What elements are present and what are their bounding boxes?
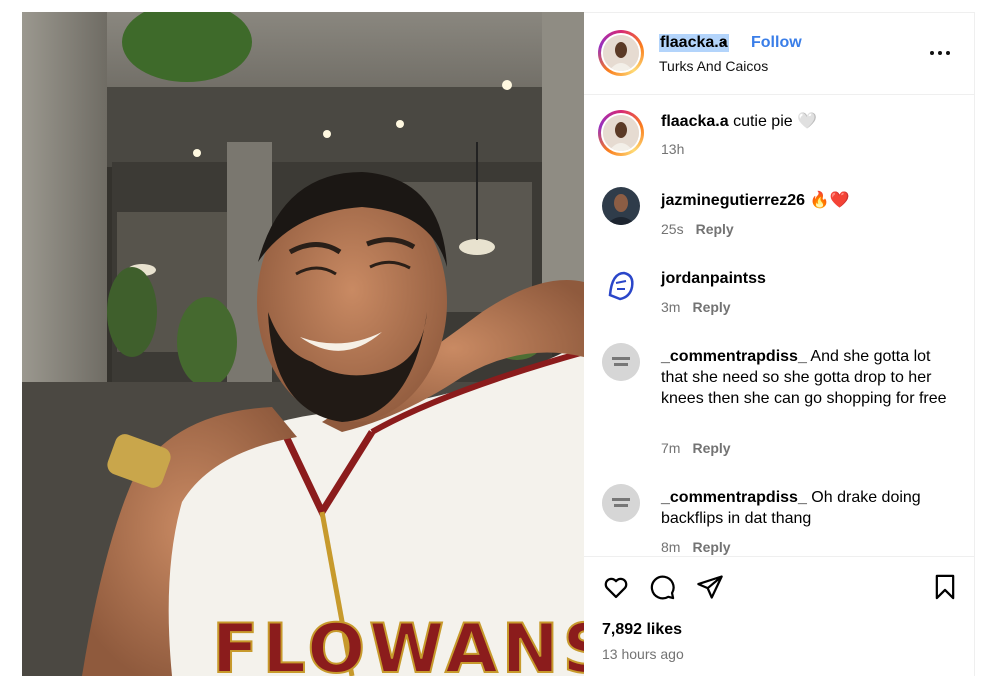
commenter-avatar[interactable] (602, 187, 640, 225)
comment-time[interactable]: 7m (661, 440, 680, 456)
reply-button[interactable]: Reply (692, 299, 730, 315)
post-header: flaacka.a • Follow Turks And Caicos (584, 13, 975, 95)
jersey-print: FLOWANS (212, 610, 584, 676)
reply-button[interactable]: Reply (692, 539, 730, 555)
separator-dot: • (722, 34, 727, 50)
commenter-avatar[interactable] (602, 343, 640, 381)
post-actions: 7,892 likes 13 hours ago (584, 556, 975, 677)
like-count[interactable]: 7,892 likes (602, 621, 682, 639)
follow-button[interactable]: Follow (751, 34, 802, 52)
commenter-avatar[interactable] (602, 484, 640, 522)
photo-illustration: FLOWANS (22, 12, 584, 676)
commenter-avatar-image (602, 265, 640, 303)
post-photo[interactable]: FLOWANS (22, 12, 584, 676)
commenter-avatar-image (602, 187, 640, 225)
comment-text: jazminegutierrez26 🔥❤️ (661, 190, 961, 211)
post-timestamp[interactable]: 13 hours ago (602, 646, 684, 662)
reply-button[interactable]: Reply (696, 221, 734, 237)
caption-avatar-image (603, 115, 639, 151)
comment-meta: 8m Reply (661, 539, 731, 555)
comment-meta: 3m Reply (661, 299, 731, 315)
author-avatar[interactable] (598, 30, 644, 76)
comment-meta: 7m Reply (661, 440, 731, 456)
comment-username[interactable]: jazminegutierrez26 (661, 192, 805, 209)
commenter-avatar-image (602, 343, 640, 381)
caption-text: flaacka.a cutie pie 🤍 (661, 111, 961, 132)
caption-avatar[interactable] (598, 110, 644, 156)
author-username[interactable]: flaacka.a (659, 34, 729, 52)
comment-bubble-icon[interactable] (648, 573, 676, 601)
comment-time[interactable]: 25s (661, 221, 684, 237)
comment-body: 🔥❤️ (809, 192, 850, 209)
commenter-avatar-image (602, 484, 640, 522)
comment-text: jordanpaintss (661, 268, 961, 289)
more-options-icon[interactable] (930, 43, 954, 63)
post-location[interactable]: Turks And Caicos (659, 58, 768, 74)
comments-list[interactable]: flaacka.a cutie pie 🤍 13h jazminegutierr… (584, 95, 975, 556)
caption-timestamp[interactable]: 13h (661, 141, 684, 157)
author-avatar-image (603, 35, 639, 71)
comment-time[interactable]: 3m (661, 299, 680, 315)
paper-plane-icon[interactable] (696, 573, 724, 601)
comment-text: _commentrapdiss_ And she gotta lot that … (661, 346, 961, 409)
comment-username[interactable]: _commentrapdiss_ (661, 489, 807, 506)
comment-text: _commentrapdiss_ Oh drake doing backflip… (661, 487, 961, 529)
heart-icon[interactable] (602, 573, 630, 601)
commenter-avatar[interactable] (602, 265, 640, 303)
comment-username[interactable]: jordanpaintss (661, 270, 766, 287)
reply-button[interactable]: Reply (692, 440, 730, 456)
caption-username[interactable]: flaacka.a (661, 113, 729, 130)
caption-time: 13h (661, 141, 684, 157)
comment-time[interactable]: 8m (661, 539, 680, 555)
bookmark-icon[interactable] (931, 573, 959, 601)
post-details-panel: flaacka.a • Follow Turks And Caicos flaa… (584, 12, 975, 676)
comment-username[interactable]: _commentrapdiss_ (661, 348, 807, 365)
comment-meta: 25s Reply (661, 221, 734, 237)
caption-body: cutie pie 🤍 (733, 113, 818, 130)
